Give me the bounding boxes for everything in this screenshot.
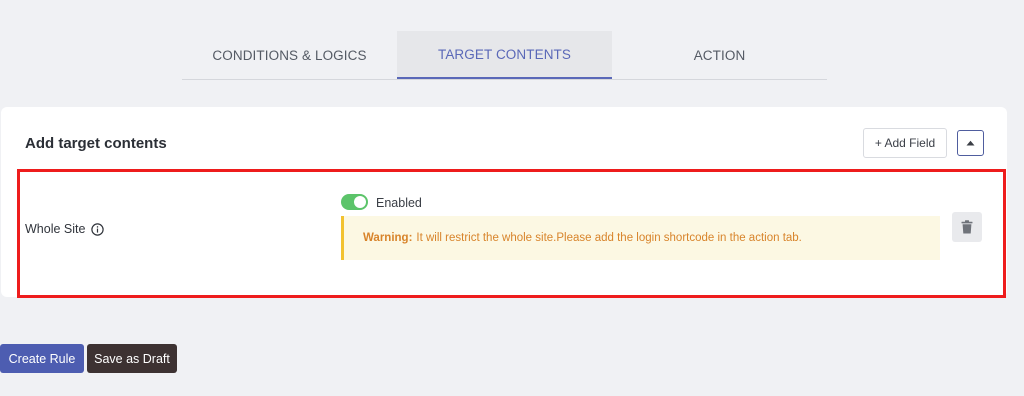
add-field-button[interactable]: + Add Field bbox=[863, 128, 947, 158]
whole-site-label: Whole Site bbox=[25, 222, 86, 236]
whole-site-row-label: Whole Site bbox=[25, 222, 105, 236]
toggle-knob bbox=[354, 196, 366, 208]
enabled-toggle[interactable] bbox=[341, 194, 368, 210]
info-circle-icon[interactable] bbox=[91, 222, 105, 236]
warning-notice: Warning: It will restrict the whole site… bbox=[341, 216, 940, 260]
trash-icon bbox=[961, 220, 973, 234]
warning-text: It will restrict the whole site.Please a… bbox=[416, 232, 802, 244]
create-rule-button[interactable]: Create Rule bbox=[0, 344, 84, 373]
card-title: Add target contents bbox=[25, 135, 167, 152]
tab-action[interactable]: ACTION bbox=[612, 31, 827, 79]
toggle-label: Enabled bbox=[376, 196, 422, 210]
tab-target-contents[interactable]: TARGET CONTENTS bbox=[397, 31, 612, 79]
warning-prefix: Warning: bbox=[363, 232, 413, 244]
delete-row-button[interactable] bbox=[952, 212, 982, 242]
caret-up-icon bbox=[966, 140, 975, 146]
tab-bar: CONDITIONS & LOGICS TARGET CONTENTS ACTI… bbox=[182, 31, 827, 80]
tab-conditions-logics[interactable]: CONDITIONS & LOGICS bbox=[182, 31, 397, 79]
collapse-button[interactable] bbox=[957, 130, 984, 156]
save-as-draft-button[interactable]: Save as Draft bbox=[87, 344, 177, 373]
